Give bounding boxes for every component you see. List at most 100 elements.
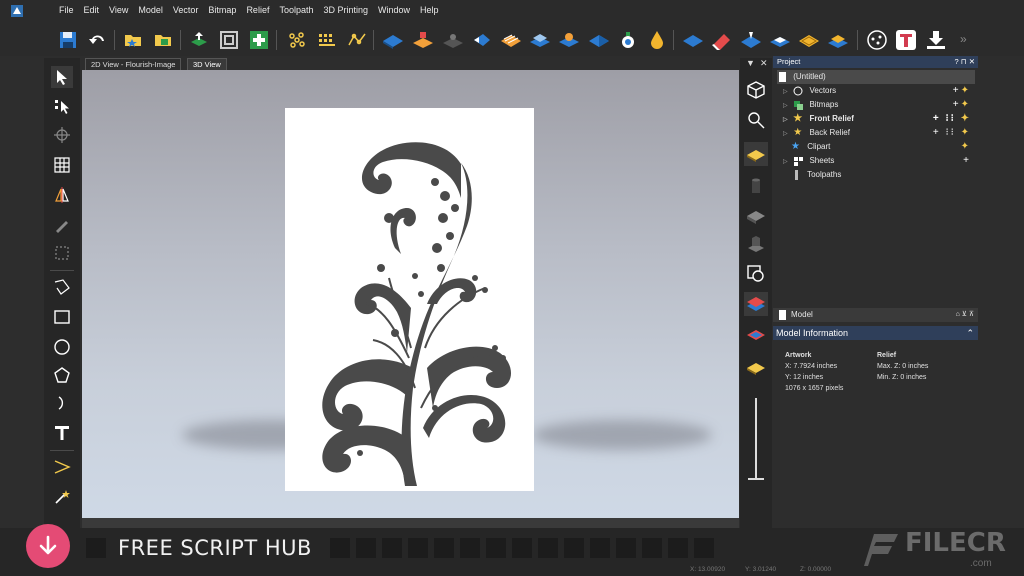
front-relief-actions-icon[interactable]: + ⁝⁝ ✦ (933, 112, 971, 126)
3d-viewport[interactable] (82, 70, 739, 518)
download-badge-icon[interactable] (26, 524, 70, 568)
create-model-icon[interactable] (187, 28, 211, 52)
open-folder-icon[interactable] (121, 28, 145, 52)
relief-add-icon[interactable] (411, 28, 435, 52)
mesh-view-icon[interactable] (744, 232, 768, 256)
red-layers-icon[interactable] (744, 322, 768, 346)
relief-flat-icon[interactable] (768, 28, 792, 52)
model-panel-controls-icon[interactable]: ⌂ ⊻ ⊼ (956, 308, 974, 322)
3d-cube-icon[interactable] (744, 78, 768, 102)
relief-carve-icon[interactable] (739, 28, 763, 52)
menu-3d-printing[interactable]: 3D Printing (318, 5, 373, 15)
expand-arrow-icon[interactable]: ▷ (783, 127, 791, 141)
toolbar-overflow-icon[interactable]: » (960, 32, 967, 46)
export-download-icon[interactable] (924, 28, 948, 52)
bitmaps-icon (794, 100, 804, 110)
expand-arrow-icon[interactable]: ▷ (783, 99, 791, 113)
select-arrow-icon[interactable] (51, 66, 73, 88)
menu-window[interactable]: Window (373, 5, 415, 15)
vector-path-icon[interactable] (345, 28, 369, 52)
vectors-actions-icon[interactable]: +✦ (953, 84, 971, 98)
clipart-actions-icon[interactable]: ✦ (961, 140, 971, 154)
z-slider-track[interactable] (755, 398, 757, 478)
relief-cleanup-icon[interactable] (616, 28, 640, 52)
mesh-warp-icon[interactable] (51, 154, 73, 176)
polyline-tool-icon[interactable] (51, 276, 73, 298)
tree-item-vectors[interactable]: ▷ Vectors +✦ (783, 84, 975, 98)
bounding-box-icon[interactable] (51, 242, 73, 264)
menu-bitmap[interactable]: Bitmap (203, 5, 241, 15)
menu-help[interactable]: Help (415, 5, 444, 15)
polygon-tool-icon[interactable] (51, 364, 73, 386)
model-size-icon[interactable] (217, 28, 241, 52)
transform-icon[interactable] (51, 124, 73, 146)
relief-reset-icon[interactable] (826, 28, 850, 52)
relief-angle-icon[interactable] (470, 28, 494, 52)
layer-toggle-icon[interactable] (744, 262, 768, 286)
relief-erase-icon[interactable] (710, 28, 734, 52)
solid-view-icon[interactable] (744, 204, 768, 228)
undo-icon[interactable] (86, 28, 110, 52)
menu-relief[interactable]: Relief (241, 5, 274, 15)
tree-item-back-relief[interactable]: ▷ ★ Back Relief + ⁝⁝ ✦ (783, 126, 975, 140)
menu-toolpath[interactable]: Toolpath (274, 5, 318, 15)
expand-arrow-icon[interactable]: ▷ (783, 155, 791, 169)
relief-shape-icon[interactable] (381, 28, 405, 52)
mirror-icon[interactable] (51, 184, 73, 206)
back-relief-actions-icon[interactable]: + ⁝⁝ ✦ (933, 126, 971, 140)
add-icon[interactable] (247, 28, 271, 52)
menu-edit[interactable]: Edit (79, 5, 105, 15)
wand-tool-icon[interactable] (51, 486, 73, 508)
text-icon[interactable] (51, 422, 73, 444)
tree-item-bitmaps[interactable]: ▷ Bitmaps +✦ (783, 98, 975, 112)
relief-texture-icon[interactable] (557, 28, 581, 52)
menu-vector[interactable]: Vector (168, 5, 204, 15)
status-slot (330, 538, 350, 558)
zoom-extents-icon[interactable] (744, 108, 768, 132)
relief-merge-icon[interactable] (441, 28, 465, 52)
panel-close-icon[interactable]: ✕ (760, 58, 768, 69)
tree-root[interactable]: (Untitled) (777, 70, 975, 84)
tree-item-clipart[interactable]: ★ Clipart ✦ (791, 140, 975, 154)
relief-smooth-icon[interactable] (587, 28, 611, 52)
relief-view-icon[interactable] (744, 142, 768, 166)
expand-arrow-icon[interactable]: ▷ (783, 85, 791, 99)
arc-tool-icon[interactable] (51, 392, 73, 414)
sheets-add-icon[interactable]: + (963, 154, 971, 168)
rectangle-tool-icon[interactable] (51, 306, 73, 328)
relief-weave-icon[interactable] (797, 28, 821, 52)
bitmaps-actions-icon[interactable]: +✦ (953, 98, 971, 112)
free-script-hub-watermark: FREE SCRIPT HUB (118, 536, 312, 560)
tree-item-front-relief[interactable]: ▷ ★ Front Relief + ⁝⁝ ✦ (783, 112, 975, 126)
relief-offset-icon[interactable] (681, 28, 705, 52)
relief-layer-icon[interactable] (528, 28, 552, 52)
blue-layers-icon[interactable] (744, 292, 768, 316)
menu-file[interactable]: File (54, 5, 79, 15)
model-sheet[interactable] (285, 108, 534, 491)
bitmap-to-vector-icon[interactable] (315, 28, 339, 52)
ellipse-tool-icon[interactable] (51, 336, 73, 358)
blend-vectors-icon[interactable] (51, 456, 73, 478)
text-tool-icon[interactable] (894, 28, 918, 52)
tree-item-sheets[interactable]: ▷ Sheets + (783, 154, 975, 168)
cylinder-icon[interactable] (744, 174, 768, 198)
knife-icon[interactable] (51, 214, 73, 236)
left-toolbar (44, 58, 80, 528)
toolpath-icon[interactable] (865, 28, 889, 52)
model-info-header[interactable]: Model Information ⌃ (773, 326, 978, 340)
open-project-icon[interactable] (151, 28, 175, 52)
node-select-icon[interactable] (51, 96, 73, 118)
relief-drop-icon[interactable] (645, 28, 669, 52)
collapse-chevron-icon[interactable]: ⌃ (966, 326, 974, 340)
texture-relief-icon[interactable] (499, 28, 523, 52)
menu-view[interactable]: View (104, 5, 133, 15)
panel-dropdown-icon[interactable]: ▼ (746, 58, 755, 68)
node-editing-icon[interactable] (285, 28, 309, 52)
save-icon[interactable] (56, 28, 80, 52)
menu-model[interactable]: Model (133, 5, 168, 15)
material-icon[interactable] (744, 356, 768, 380)
expand-arrow-icon[interactable]: ▷ (783, 113, 791, 127)
horizontal-scrollbar[interactable] (82, 518, 739, 528)
tree-item-toolpaths[interactable]: Toolpaths (791, 168, 975, 182)
project-panel-controls[interactable]: ? ⊓ ✕ (955, 56, 975, 68)
